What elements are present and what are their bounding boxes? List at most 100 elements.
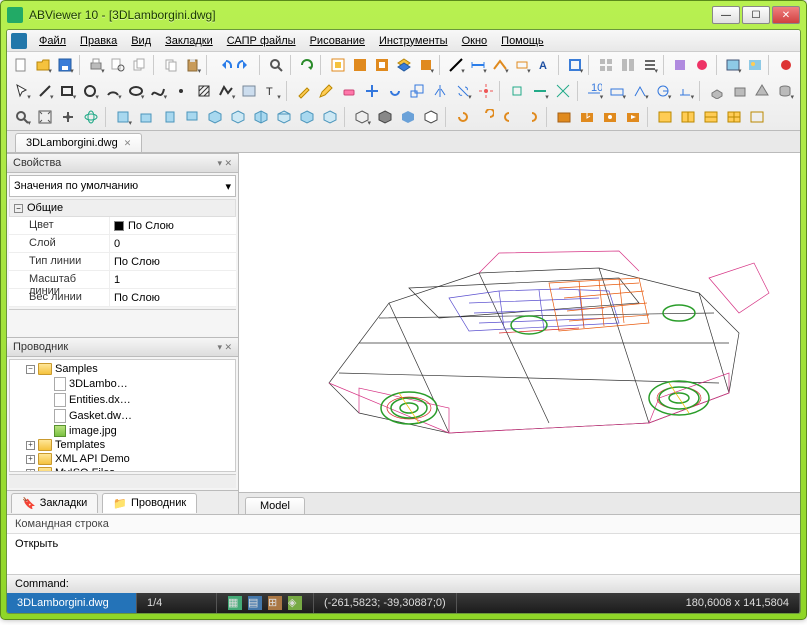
export-a-icon[interactable] bbox=[553, 106, 575, 128]
explorer-header[interactable]: Проводник ▾ ✕ bbox=[7, 337, 238, 357]
orbit-icon[interactable] bbox=[80, 106, 102, 128]
solid-c-icon[interactable] bbox=[752, 80, 774, 102]
dim-a-icon[interactable] bbox=[468, 54, 489, 76]
menu-bookmarks[interactable]: Закладки bbox=[159, 33, 219, 49]
solid-a-icon[interactable] bbox=[706, 80, 728, 102]
list-icon[interactable] bbox=[639, 54, 660, 76]
dim-tool-d-icon[interactable] bbox=[652, 80, 674, 102]
close-tab-icon[interactable]: ✕ bbox=[124, 138, 132, 149]
minimize-button[interactable]: — bbox=[712, 6, 740, 24]
menu-window[interactable]: Окно bbox=[456, 33, 494, 49]
pencil-icon[interactable] bbox=[316, 80, 338, 102]
view-back-icon[interactable] bbox=[181, 106, 203, 128]
grid-b-icon[interactable] bbox=[617, 54, 638, 76]
tab-model[interactable]: Model bbox=[245, 497, 305, 514]
prop-color[interactable]: ЦветПо Слою bbox=[9, 217, 236, 235]
text-tool-icon[interactable]: T bbox=[261, 80, 283, 102]
ellipse-tool-icon[interactable] bbox=[125, 80, 147, 102]
export-c-icon[interactable] bbox=[599, 106, 621, 128]
close-button[interactable]: ✕ bbox=[772, 6, 800, 24]
view-iso1-icon[interactable] bbox=[204, 106, 226, 128]
view-iso2-icon[interactable] bbox=[227, 106, 249, 128]
win-e-icon[interactable] bbox=[746, 106, 768, 128]
menu-tools[interactable]: Инструменты bbox=[373, 33, 454, 49]
misc-a-icon[interactable] bbox=[670, 54, 691, 76]
solid-b-icon[interactable] bbox=[729, 80, 751, 102]
rotate-icon[interactable] bbox=[384, 80, 406, 102]
point-tool-icon[interactable] bbox=[170, 80, 192, 102]
copy-icon[interactable] bbox=[160, 54, 181, 76]
shade-gouraud-icon[interactable] bbox=[397, 106, 419, 128]
prop-layer[interactable]: Слой0 bbox=[9, 235, 236, 253]
file-tree[interactable]: −Samples 3DLambo… Entities.dx… Gasket.dw… bbox=[9, 359, 236, 472]
expand-node-icon[interactable]: + bbox=[26, 469, 35, 473]
menu-file[interactable]: Файл bbox=[33, 33, 72, 49]
line-tool-icon[interactable] bbox=[34, 80, 56, 102]
scale-icon[interactable] bbox=[406, 80, 428, 102]
prop-linetype[interactable]: Тип линииПо Слою bbox=[9, 253, 236, 271]
properties-filter-combo[interactable]: Значения по умолчанию ▾ bbox=[9, 175, 236, 197]
status-snap-icons[interactable]: ▦▤⊞◈ bbox=[217, 593, 314, 613]
snap-c-icon[interactable] bbox=[552, 80, 574, 102]
expand-node-icon[interactable]: + bbox=[26, 441, 35, 450]
menu-help[interactable]: Помощь bbox=[495, 33, 550, 49]
dim-c-icon[interactable] bbox=[512, 54, 533, 76]
linecolor-icon[interactable] bbox=[446, 54, 467, 76]
tab-explorer[interactable]: 📁 Проводник bbox=[102, 493, 197, 513]
cursor-icon[interactable] bbox=[11, 80, 33, 102]
view-iso4-icon[interactable] bbox=[273, 106, 295, 128]
shade-hidden-icon[interactable] bbox=[420, 106, 442, 128]
rot-a-icon[interactable] bbox=[452, 106, 474, 128]
polyline-tool-icon[interactable] bbox=[216, 80, 238, 102]
print-icon[interactable] bbox=[86, 54, 107, 76]
app-menu-icon[interactable] bbox=[11, 33, 27, 49]
zoom-extents-icon[interactable] bbox=[34, 106, 56, 128]
menu-drawing[interactable]: Рисование bbox=[304, 33, 371, 49]
command-history[interactable]: Открыть bbox=[7, 534, 800, 574]
spline-tool-icon[interactable] bbox=[147, 80, 169, 102]
snap-a-icon[interactable] bbox=[506, 80, 528, 102]
redo-icon[interactable] bbox=[235, 54, 256, 76]
snap-b-icon[interactable] bbox=[529, 80, 551, 102]
img-b-icon[interactable] bbox=[744, 54, 765, 76]
save-icon[interactable] bbox=[55, 54, 76, 76]
drawing-viewport[interactable] bbox=[239, 153, 800, 492]
rect-tool-icon[interactable] bbox=[56, 80, 78, 102]
export-b-icon[interactable] bbox=[576, 106, 598, 128]
paste-icon[interactable] bbox=[182, 54, 203, 76]
image-tool-icon[interactable] bbox=[238, 80, 260, 102]
grid-a-icon[interactable] bbox=[595, 54, 616, 76]
mirror-icon[interactable] bbox=[429, 80, 451, 102]
find-icon[interactable] bbox=[266, 54, 287, 76]
property-category[interactable]: − Общие bbox=[9, 199, 236, 217]
move-icon[interactable] bbox=[361, 80, 383, 102]
hatch-tool-icon[interactable] bbox=[193, 80, 215, 102]
menu-cadfiles[interactable]: САПР файлы bbox=[221, 33, 302, 49]
expand-node-icon[interactable]: + bbox=[26, 455, 35, 464]
text-icon[interactable]: A bbox=[534, 54, 555, 76]
view-iso3-icon[interactable] bbox=[250, 106, 272, 128]
misc-b-icon[interactable] bbox=[692, 54, 713, 76]
export-d-icon[interactable] bbox=[622, 106, 644, 128]
prop-ltscale[interactable]: Масштаб линии1 bbox=[9, 271, 236, 289]
img-a-icon[interactable] bbox=[723, 54, 744, 76]
refresh-icon[interactable] bbox=[297, 54, 318, 76]
win-a-icon[interactable] bbox=[654, 106, 676, 128]
properties-header[interactable]: Свойства ▾ ✕ bbox=[7, 153, 238, 173]
dim-tool-a-icon[interactable]: 10 bbox=[583, 80, 605, 102]
rot-b-icon[interactable] bbox=[475, 106, 497, 128]
tab-bookmarks[interactable]: 🔖 Закладки bbox=[11, 493, 98, 513]
collapse-icon[interactable]: ▾ ✕ bbox=[217, 342, 232, 353]
pan-icon[interactable] bbox=[57, 106, 79, 128]
horizontal-scrollbar[interactable] bbox=[9, 474, 236, 488]
view-side-icon[interactable] bbox=[158, 106, 180, 128]
document-tab[interactable]: 3DLamborgini.dwg ✕ bbox=[15, 133, 142, 152]
prop-lweight[interactable]: Вес линииПо Слою bbox=[9, 289, 236, 307]
view-iso6-icon[interactable] bbox=[319, 106, 341, 128]
shade-flat-icon[interactable] bbox=[374, 106, 396, 128]
menu-edit[interactable]: Правка bbox=[74, 33, 123, 49]
box-a-icon[interactable] bbox=[564, 54, 585, 76]
dim-tool-b-icon[interactable] bbox=[606, 80, 628, 102]
collapse-icon[interactable]: ▾ ✕ bbox=[217, 158, 232, 169]
tool-b-icon[interactable] bbox=[371, 54, 392, 76]
